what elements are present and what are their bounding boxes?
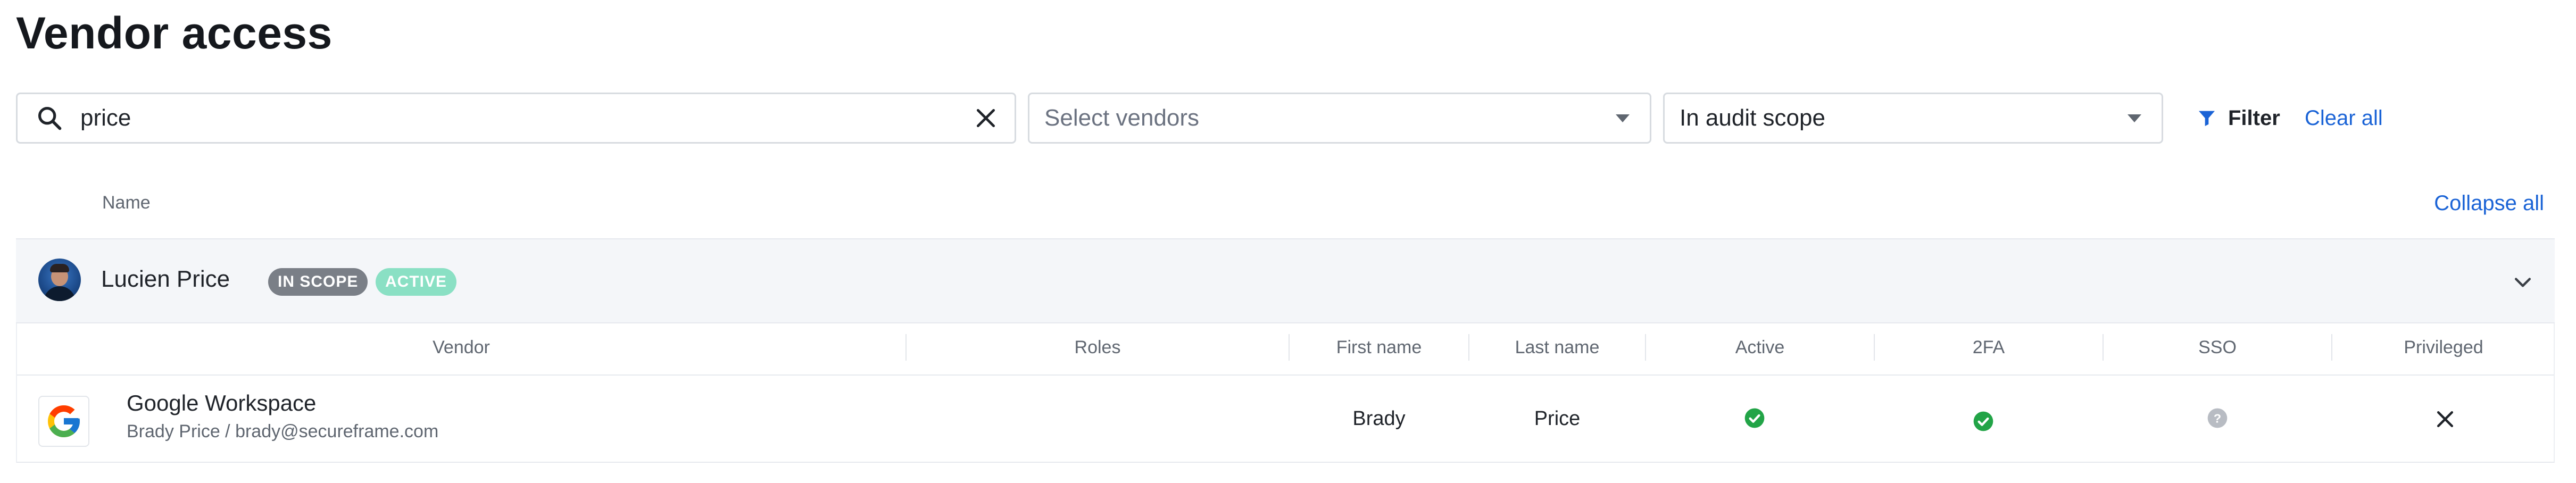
cell-first-name: Brady [1352,407,1406,430]
x-icon [2437,411,2454,428]
person-name: Lucien Price [101,266,230,292]
active-badge: ACTIVE [376,268,457,296]
caret-down-icon [1616,114,1630,122]
column-header-vendor: Vendor [433,337,490,357]
chevron-down-icon[interactable] [2511,270,2535,294]
column-header-2fa: 2FA [1972,337,2005,357]
search-field[interactable] [16,93,1016,144]
filter-icon [2199,111,2215,126]
table-header-divider [17,374,2554,376]
page-title: Vendor access [16,8,333,58]
vendor-account: Brady Price / brady@secureframe.com [127,421,439,442]
name-column-header: Name [102,193,151,213]
in-scope-badge: IN SCOPE [268,268,368,296]
audit-scope-select[interactable]: In audit scope [1663,93,2163,144]
svg-text:?: ? [2214,411,2221,425]
caret-down-icon [2128,114,2141,122]
clear-all-link[interactable]: Clear all [2305,106,2383,130]
avatar [38,259,81,301]
vendors-select-placeholder: Select vendors [1044,105,1200,131]
check-icon [1973,411,1993,431]
audit-scope-value: In audit scope [1680,105,1825,131]
vendor-access-page: Vendor access Select vendors In audit sc… [0,0,2576,483]
column-header-sso: SSO [2198,337,2237,357]
person-row[interactable]: Lucien Price IN SCOPE ACTIVE [16,238,2555,323]
filter-button[interactable]: Filter [2196,104,2280,132]
vendor-access-table: Vendor Roles First name Last name Active… [16,323,2555,463]
cell-last-name: Price [1534,407,1581,430]
close-icon[interactable] [974,106,998,130]
check-icon [1744,408,1765,428]
column-header-privileged: Privileged [2404,337,2483,357]
search-icon [38,106,62,130]
search-input[interactable] [79,104,974,132]
column-header-first-name: First name [1336,337,1422,357]
column-header-active: Active [1735,337,1785,357]
vendors-select[interactable]: Select vendors [1028,93,1651,144]
question-icon: ? [2207,408,2228,428]
filter-label: Filter [2228,106,2280,130]
column-header-roles: Roles [1074,337,1121,357]
collapse-all-link[interactable]: Collapse all [2434,191,2544,215]
vendor-name[interactable]: Google Workspace [127,390,316,416]
google-logo-icon [38,396,89,447]
column-header-last-name: Last name [1515,337,1600,357]
